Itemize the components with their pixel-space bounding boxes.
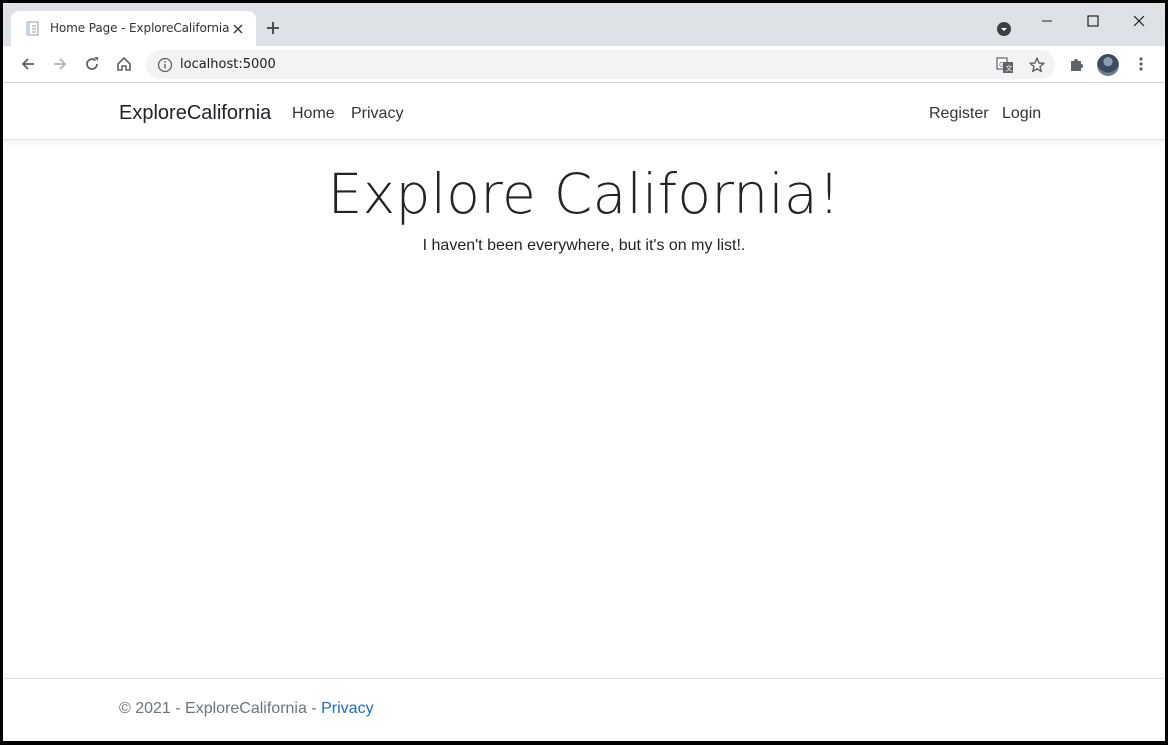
minimize-icon[interactable]: [1039, 13, 1055, 29]
svg-text:G: G: [999, 61, 1004, 69]
maximize-icon[interactable]: [1085, 13, 1101, 29]
back-arrow-icon[interactable]: [19, 55, 37, 73]
close-icon[interactable]: [230, 21, 246, 37]
address-bar[interactable]: localhost:5000 G 文: [146, 50, 1055, 79]
plus-icon[interactable]: [265, 20, 281, 36]
nav-link-privacy[interactable]: Privacy: [351, 105, 403, 123]
info-icon[interactable]: [157, 57, 173, 73]
avatar[interactable]: [1097, 54, 1119, 76]
tab-search-icon[interactable]: [996, 21, 1012, 37]
nav-link-home[interactable]: Home: [292, 105, 335, 123]
footer-privacy-link[interactable]: Privacy: [321, 700, 373, 717]
browser-toolbar: localhost:5000 G 文: [3, 46, 1165, 82]
home-icon[interactable]: [115, 55, 133, 73]
footer-text: © 2021 - ExploreCalifornia - Privacy: [119, 700, 374, 718]
kebab-menu-icon[interactable]: [1132, 55, 1150, 73]
url-text[interactable]: localhost:5000: [180, 57, 276, 72]
forward-arrow-icon[interactable]: [51, 55, 69, 73]
star-icon[interactable]: [1028, 56, 1046, 74]
svg-text:文: 文: [1006, 64, 1013, 73]
web-page: ExploreCalifornia Home Privacy Register …: [3, 83, 1165, 741]
site-navbar: ExploreCalifornia Home Privacy Register …: [3, 83, 1165, 140]
page-subtitle: I haven't been everywhere, but it's on m…: [422, 237, 746, 254]
translate-icon[interactable]: G 文: [996, 56, 1014, 74]
extensions-puzzle-icon[interactable]: [1068, 55, 1086, 73]
tab-title: Home Page - ExploreCalifornia: [50, 21, 230, 35]
page-favicon-icon: [26, 21, 39, 36]
page-title: Explore California!: [327, 162, 841, 226]
nav-link-login[interactable]: Login: [1002, 105, 1041, 123]
tab-strip: Home Page - ExploreCalifornia: [3, 3, 1165, 46]
active-tab[interactable]: Home Page - ExploreCalifornia: [11, 11, 256, 46]
site-footer: © 2021 - ExploreCalifornia - Privacy: [3, 678, 1165, 741]
navbar-brand[interactable]: ExploreCalifornia: [119, 102, 271, 125]
close-window-icon[interactable]: [1131, 13, 1147, 29]
nav-link-register[interactable]: Register: [929, 105, 989, 123]
browser-window: Home Page - ExploreCalifornia localhost:…: [3, 3, 1165, 741]
reload-icon[interactable]: [83, 55, 101, 73]
footer-copyright: © 2021 - ExploreCalifornia -: [119, 700, 322, 717]
